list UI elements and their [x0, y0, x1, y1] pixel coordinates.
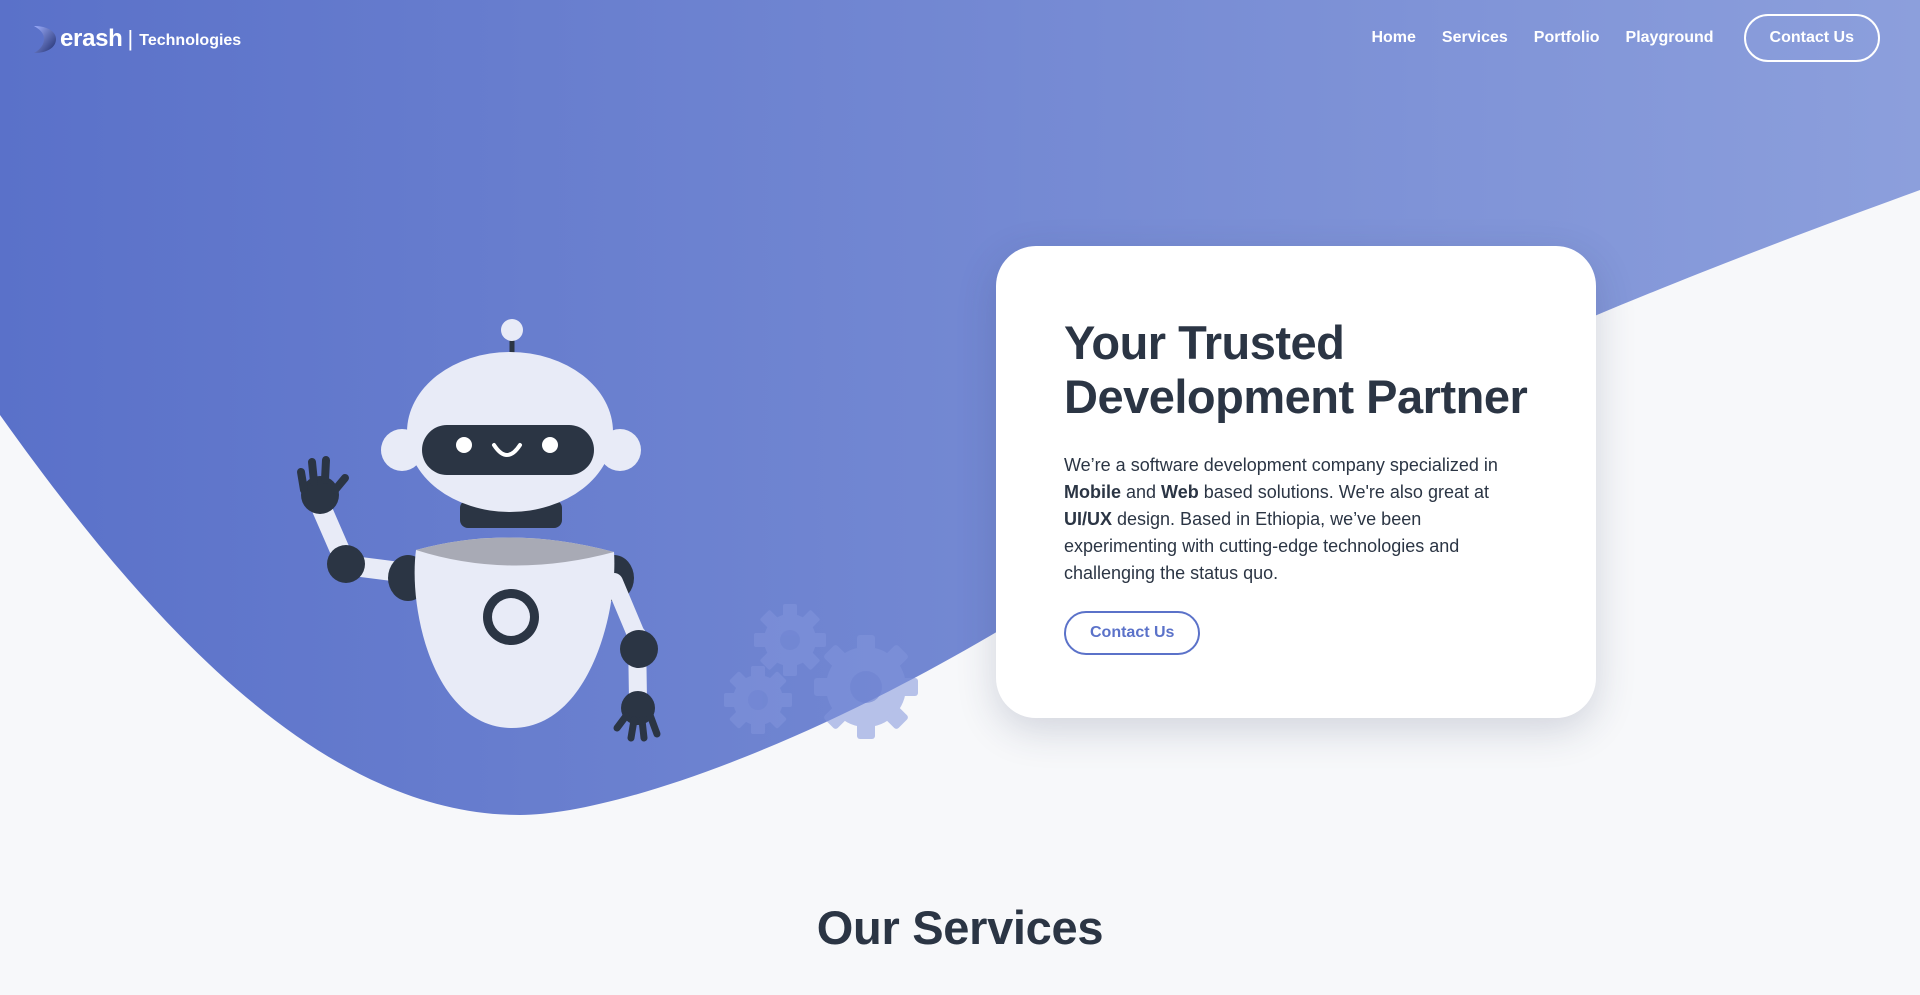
- hero-title-line2: Development Partner: [1064, 370, 1528, 423]
- brand-separator: |: [127, 26, 134, 51]
- hero-card: Your Trusted Development Partner We’re a…: [996, 246, 1596, 718]
- brand-tagline: Technologies: [139, 32, 242, 49]
- hero-text-mobile: Mobile: [1064, 482, 1121, 502]
- hero-description: We’re a software development company spe…: [1064, 452, 1530, 587]
- hero-text-part3: design. Based in Ethiopia, we’ve been ex…: [1064, 509, 1460, 583]
- brand-name: erash: [60, 25, 123, 52]
- hero-text-part2: based solutions. We're also great at: [1198, 482, 1489, 502]
- nav-contact-button[interactable]: Contact Us: [1743, 14, 1880, 62]
- nav-home[interactable]: Home: [1371, 29, 1415, 47]
- hero-text-and: and: [1121, 482, 1162, 502]
- gears-decoration: [724, 604, 918, 739]
- nav-playground[interactable]: Playground: [1626, 29, 1714, 47]
- brand-logo[interactable]: erash | Technologies: [30, 20, 241, 58]
- hero-title: Your Trusted Development Partner: [1064, 316, 1530, 424]
- logo-mark-icon: [34, 26, 56, 53]
- hero-background: [0, 0, 1920, 815]
- navbar: erash | Technologies Home Services Portf…: [0, 0, 1920, 76]
- nav-menu: Home Services Portfolio Playground Conta…: [1345, 14, 1880, 62]
- nav-services[interactable]: Services: [1442, 29, 1508, 47]
- hero-text-web: Web: [1161, 482, 1199, 502]
- services-heading: Our Services: [816, 901, 1104, 954]
- hero-contact-button[interactable]: Contact Us: [1064, 611, 1201, 655]
- hero-title-line1: Your Trusted: [1064, 316, 1345, 369]
- nav-portfolio[interactable]: Portfolio: [1534, 29, 1600, 47]
- hero-text-part1: We’re a software development company spe…: [1064, 455, 1498, 475]
- hero-text-uiux: UI/UX: [1064, 509, 1113, 529]
- robot-illustration: [297, 319, 661, 742]
